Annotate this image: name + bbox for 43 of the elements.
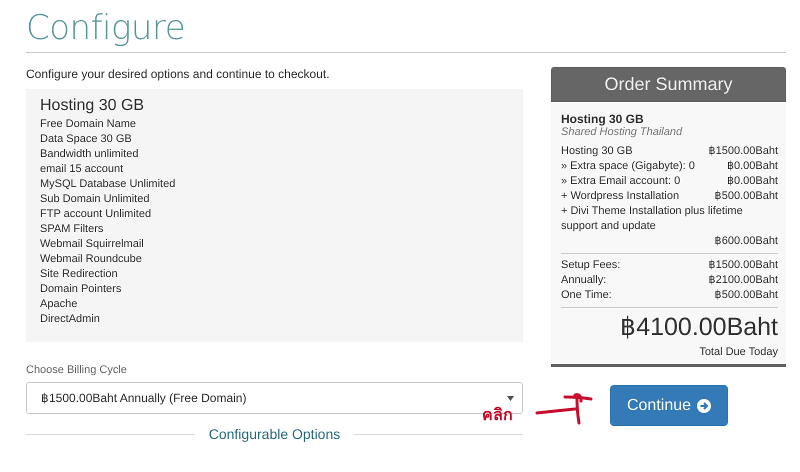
arrow-circle-icon [697, 398, 712, 412]
feature-text: Webmail Squirrelmail [40, 237, 145, 252]
fee-price: ฿1500.00Baht [708, 258, 778, 273]
line-price: ฿1500.00Baht [708, 144, 778, 159]
feature-text: Sub Domain Unlimited [40, 192, 150, 207]
total-caption: Total Due Today [698, 346, 778, 358]
intro-text: Configure your desired options and continue to checkout. [26, 67, 331, 81]
line-price: ฿0.00Baht [726, 159, 778, 174]
section-heading: Configurable Options [208, 426, 340, 442]
feature-text: MySQL Database Unlimited [40, 177, 176, 192]
line-label: Hosting 30 GB [561, 144, 633, 159]
line-price: ฿500.00Baht [714, 189, 778, 204]
feature-text: Data Space 30 GB [40, 132, 133, 147]
product-name: Hosting 30 GB [40, 97, 146, 115]
fee-label: Setup Fees: [561, 258, 620, 273]
feature-text: SPAM Filters [40, 222, 104, 237]
feature-text: Free Domain Name [40, 117, 137, 132]
feature-text: Site Redirection [40, 267, 119, 282]
billing-label: Choose Billing Cycle [26, 364, 128, 376]
feature-text: Webmail Roundcube [40, 252, 143, 267]
fee-label: Annually: [561, 273, 606, 288]
summary-header: Order Summary [551, 67, 786, 102]
feature-text: Bandwidth unlimited [40, 147, 140, 162]
line-price: ฿0.00Baht [726, 174, 778, 189]
feature-text: Domain Pointers [40, 282, 122, 297]
line-label: + Divi Theme Installation plus lifetime support and update [561, 204, 744, 234]
line-label: » Extra Email account: 0 [561, 174, 680, 189]
line-label: + Wordpress Installation [561, 189, 680, 204]
line-price: ฿600.00Baht [714, 234, 778, 249]
fee-price: ฿500.00Baht [714, 288, 778, 303]
page-title: Configure [26, 8, 186, 48]
continue-button[interactable]: Continue [610, 385, 728, 426]
fee-price: ฿2100.00Baht [708, 273, 778, 288]
feature-text: FTP account Unlimited [40, 207, 152, 222]
summary-group: Shared Hosting Thailand [561, 126, 778, 138]
feature-text: email 15 account [40, 162, 124, 177]
fee-label: One Time: [561, 288, 612, 303]
feature-text: Apache [40, 297, 78, 312]
line-label: » Extra space (Gigabyte): 0 [561, 159, 695, 174]
total-amount: ฿4100.00Baht [619, 312, 778, 342]
dropdown-caret-icon [507, 396, 514, 400]
feature-text: DirectAdmin [40, 312, 101, 327]
summary-product: Hosting 30 GB [561, 112, 645, 126]
